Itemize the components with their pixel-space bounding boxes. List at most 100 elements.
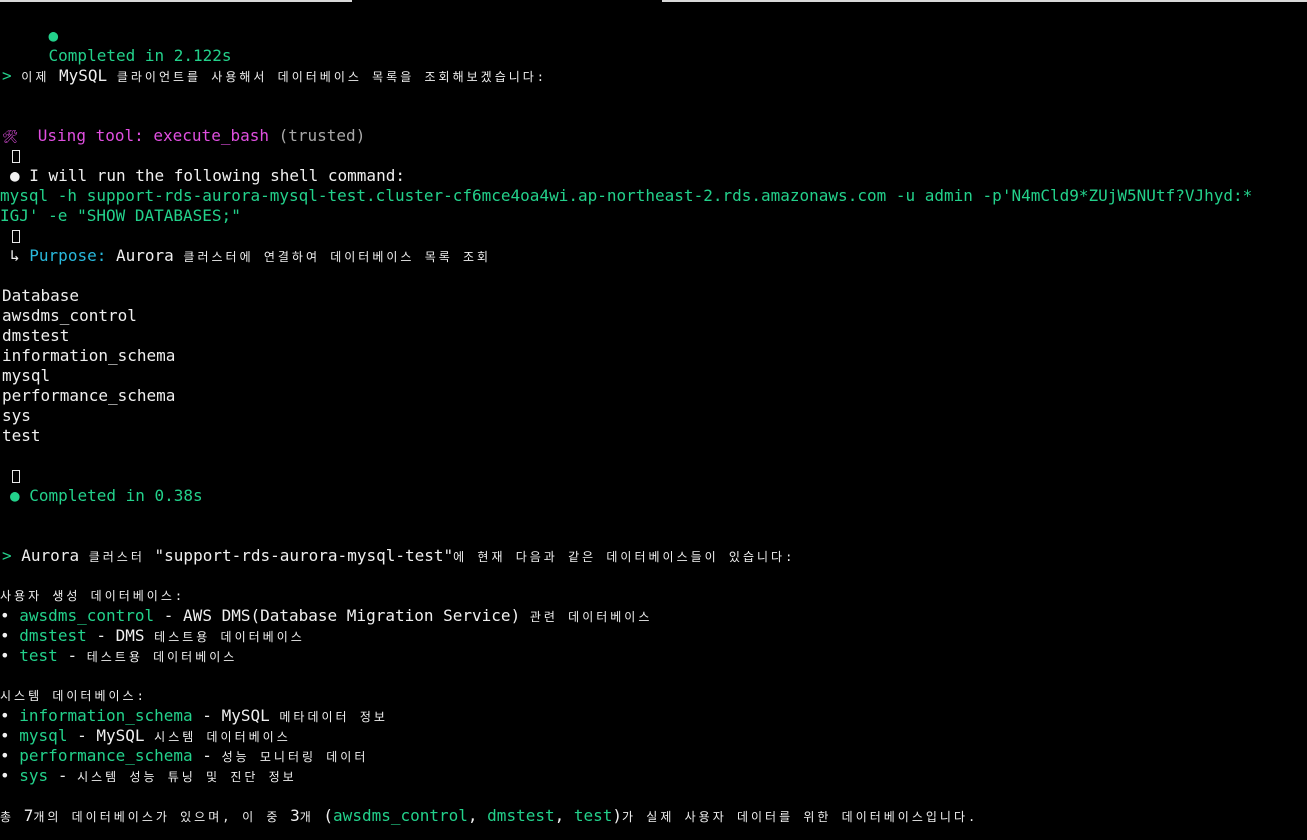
tool-usage-line: 🛠 Using tool: execute_bash (trusted) <box>2 126 365 146</box>
separator: - <box>48 766 78 785</box>
footer-summary: 총 7개의 데이터베이스가 있으며, 이 중 3개 (awsdms_contro… <box>0 806 978 826</box>
output-row: dmstest <box>2 326 70 345</box>
purpose-name: Aurora <box>115 246 174 265</box>
section-heading-system: 시스템 데이터베이스: <box>0 689 147 703</box>
paren-open: ( <box>323 806 334 825</box>
placeholder-glyph <box>12 466 20 486</box>
footer-count: 3 <box>290 806 300 825</box>
db-name: test <box>573 806 613 825</box>
section-heading-user: 사용자 생성 데이터베이스: <box>0 589 186 603</box>
desc-en: AWS DMS(Database Migration Service) <box>183 606 521 625</box>
summary-line: > Aurora 클러스터 "support-rds-aurora-mysql-… <box>2 546 795 566</box>
missing-glyph-icon <box>12 470 20 483</box>
command-intro-line: ● I will run the following shell command… <box>10 166 405 186</box>
tool-icon: 🛠 <box>2 130 19 145</box>
status-line-completed: ● Completed in 0.38s <box>10 486 203 506</box>
db-name: dmstest <box>19 626 87 645</box>
separator: - <box>57 646 87 665</box>
comma: , <box>554 806 574 825</box>
db-name: test <box>19 646 58 665</box>
footer-text: 개 <box>299 810 314 824</box>
terminal-window[interactable]: ● Completed in 2.122s > 이제 MySQL 클라이언트를 … <box>0 0 1307 840</box>
cluster-name: "support-rds-aurora-mysql-test" <box>154 546 454 565</box>
desc-ko: 관련 데이터베이스 <box>529 610 653 624</box>
comma: , <box>467 806 488 825</box>
tool-name: execute_bash <box>153 126 269 145</box>
purpose-text: 클러스터에 연결하여 데이터베이스 목록 조회 <box>183 250 492 264</box>
prompt-marker: > <box>2 66 12 85</box>
db-name: awsdms_control <box>19 606 155 625</box>
db-name: information_schema <box>19 706 193 725</box>
status-text: Completed in 2.122s <box>48 46 232 65</box>
command-intro: I will run the following shell command: <box>29 166 405 185</box>
separator: - <box>154 606 184 625</box>
list-bullet: • <box>0 626 10 645</box>
desc-ko: 성능 모니터링 데이터 <box>221 750 369 764</box>
desc-en: DMS <box>115 626 145 645</box>
list-item: • performance_schema - 성능 모니터링 데이터 <box>0 746 368 766</box>
output-row: test <box>2 426 41 445</box>
summary-text: 클러스터 <box>88 550 145 564</box>
db-name: sys <box>19 766 49 785</box>
desc-ko: 메타데이터 정보 <box>279 710 388 724</box>
status-bullet: ● <box>10 486 20 505</box>
db-name: dmstest <box>487 806 555 825</box>
list-item: • awsdms_control - AWS DMS(Database Migr… <box>0 606 652 626</box>
list-bullet: • <box>0 726 10 745</box>
list-item: • information_schema - MySQL 메타데이터 정보 <box>0 706 388 726</box>
footer-text: 개의 데이터베이스가 있으며, <box>33 810 233 824</box>
separator: - <box>86 626 116 645</box>
list-item: • test - 테스트용 데이터베이스 <box>0 646 237 666</box>
missing-glyph-icon <box>12 150 20 163</box>
output-row: performance_schema <box>2 386 176 405</box>
status-text: Completed in 0.38s <box>29 486 203 505</box>
db-name: awsdms_control <box>333 806 468 825</box>
desc-ko: 시스템 성능 튜닝 및 진단 정보 <box>77 770 297 784</box>
tool-trust-status: (trusted) <box>278 126 366 145</box>
desc-ko: 시스템 데이터베이스 <box>154 730 291 744</box>
missing-glyph-icon <box>12 230 20 243</box>
separator: - <box>192 706 222 725</box>
placeholder-glyph <box>12 226 20 246</box>
footer-count: 7 <box>23 806 34 825</box>
output-row: mysql <box>2 366 51 385</box>
purpose-label: Purpose: <box>29 246 107 265</box>
tab-bar-right <box>662 0 1307 2</box>
footer-text: 이 중 <box>242 810 281 824</box>
paren-close: ) <box>612 806 623 825</box>
desc-ko: 테스트용 데이터베이스 <box>154 630 305 644</box>
message-text: MySQL <box>59 66 108 85</box>
purpose-line: ↳ Purpose: Aurora 클러스터에 연결하여 데이터베이스 목록 조… <box>10 246 491 266</box>
status-line-completed: ● Completed in 2.122s <box>10 6 232 65</box>
footer-text: 총 <box>0 810 15 824</box>
tab-bar-left <box>0 0 352 2</box>
status-bullet: ● <box>48 26 59 45</box>
separator: - <box>192 746 222 765</box>
tool-label: Using tool: <box>37 126 144 145</box>
message-text: 이제 <box>21 70 50 84</box>
command-bullet: ● <box>10 166 20 185</box>
desc-en: MySQL <box>221 706 270 725</box>
summary-text: 에 현재 다음과 같은 데이터베이스들이 있습니다: <box>453 550 796 564</box>
assistant-message-line: > 이제 MySQL 클라이언트를 사용해서 데이터베이스 목록을 조회해보겠습… <box>2 66 547 86</box>
list-bullet: • <box>0 646 10 665</box>
footer-text: 가 실제 사용자 데이터를 위한 데이터베이스입니다. <box>622 810 979 824</box>
desc-en: MySQL <box>96 726 145 745</box>
output-row: Database <box>2 286 80 305</box>
list-item: • dmstest - DMS 테스트용 데이터베이스 <box>0 626 305 646</box>
desc-ko: 테스트용 데이터베이스 <box>86 650 238 664</box>
db-name: performance_schema <box>19 746 193 765</box>
shell-command-line-1: mysql -h support-rds-aurora-mysql-test.c… <box>0 186 1253 205</box>
message-text: 클라이언트를 사용해서 데이터베이스 목록을 조회해보겠습니다: <box>116 70 548 84</box>
output-row: information_schema <box>2 346 176 365</box>
db-name: mysql <box>19 726 68 745</box>
list-bullet: • <box>0 746 10 765</box>
output-row: sys <box>2 406 31 425</box>
output-row: awsdms_control <box>2 306 137 325</box>
purpose-arrow-icon: ↳ <box>10 246 20 265</box>
shell-command-line-2: IGJ' -e "SHOW DATABASES;" <box>0 206 241 225</box>
list-bullet: • <box>0 706 10 725</box>
separator: - <box>67 726 97 745</box>
placeholder-glyph <box>12 146 20 166</box>
list-item: • sys - 시스템 성능 튜닝 및 진단 정보 <box>0 766 297 786</box>
